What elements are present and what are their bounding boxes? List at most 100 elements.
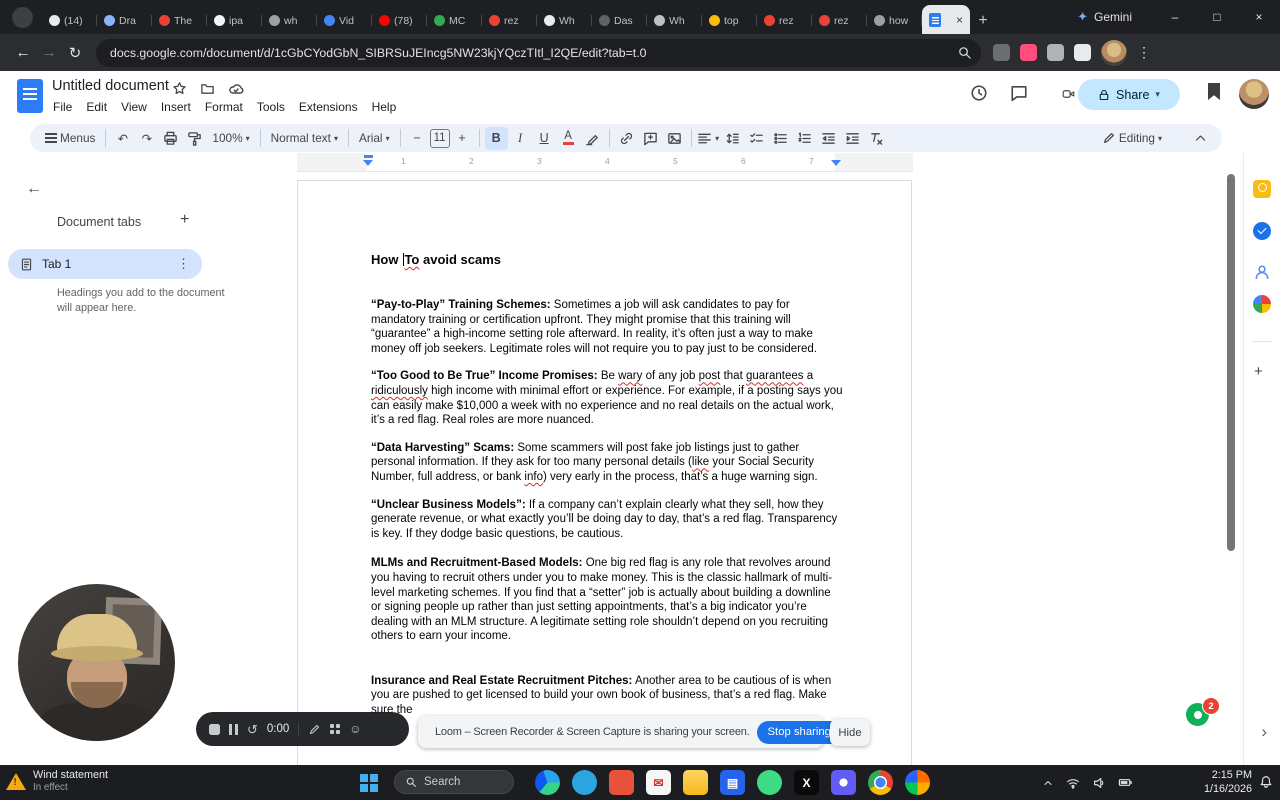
docs-logo-icon[interactable] [17,79,43,113]
hide-menus-chevron-icon[interactable] [1189,127,1212,150]
italic-button[interactable]: I [509,127,532,150]
vertical-scrollbar[interactable] [1227,174,1235,551]
menu-view[interactable]: View [114,98,154,116]
hidden-icons-chevron-icon[interactable] [1042,777,1054,789]
effects-grid-icon[interactable] [330,724,341,734]
browser-tab[interactable]: (78) [372,7,427,34]
tab-search-icon[interactable] [12,7,33,28]
document-body[interactable]: “Pay-to-Play” Training Schemes: Sometime… [371,298,843,731]
taskbar-app-loom-app[interactable] [831,770,856,795]
bold-button[interactable]: B [484,126,508,150]
version-history-icon[interactable] [970,84,990,104]
minimize-button[interactable]: – [1154,0,1196,34]
browser-tab[interactable]: Das [592,7,647,34]
decrease-font-size-button[interactable]: − [406,127,429,150]
browser-tab[interactable]: rez [482,7,537,34]
star-icon[interactable] [172,81,188,97]
taskbar-app-messaging-app[interactable] [572,770,597,795]
browser-tab[interactable]: rez [812,7,867,34]
browser-tab[interactable]: rez [757,7,812,34]
maximize-button[interactable]: □ [1196,0,1238,34]
reload-button[interactable]: ↻ [62,40,88,66]
menu-help[interactable]: Help [365,98,404,116]
forward-button[interactable]: → [36,40,62,66]
bulleted-list-button[interactable] [769,127,792,150]
print-button[interactable] [159,127,182,150]
search-icon[interactable] [957,45,972,60]
volume-icon[interactable] [1092,776,1106,790]
paragraph-style-select[interactable]: Normal text ▾ [266,127,343,150]
menu-format[interactable]: Format [198,98,250,116]
taskbar-app-green-app[interactable] [757,770,782,795]
weather-widget[interactable]: ! Wind statement In effect [6,769,108,794]
document-tab-item[interactable]: Tab 1 ⋮ [8,249,202,279]
taskbar-app-store-app[interactable]: ▤ [720,770,745,795]
doc-paragraph[interactable]: “Data Harvesting” Scams: Some scammers w… [371,441,843,485]
increase-indent-button[interactable] [841,127,864,150]
browser-tab[interactable]: how [867,7,922,34]
extension-icon-1[interactable] [993,44,1010,61]
font-size-field[interactable]: 11 [429,128,450,148]
tab-options-icon[interactable]: ⋮ [177,256,190,272]
keep-icon[interactable] [1253,180,1271,198]
close-button[interactable]: × [1238,0,1280,34]
browser-tab[interactable]: wh [262,7,317,34]
decrease-indent-button[interactable] [817,127,840,150]
new-tab-button[interactable]: + [970,7,996,34]
tasks-icon[interactable] [1253,222,1271,240]
doc-paragraph[interactable]: “Pay-to-Play” Training Schemes: Sometime… [371,298,843,356]
doc-paragraph[interactable]: “Unclear Business Models”: If a company … [371,498,843,542]
menus-button[interactable]: Menus [40,127,100,150]
doc-paragraph[interactable]: “Too Good to Be True” Income Promises: B… [371,369,843,427]
start-button[interactable] [360,774,378,792]
add-comment-button[interactable] [639,127,662,150]
bookmark-ribbon-icon[interactable] [1208,83,1220,100]
notifications-bell-icon[interactable] [1259,775,1273,789]
add-tab-button[interactable]: + [180,211,189,229]
hide-banner-button[interactable]: Hide [830,719,870,746]
extension-icon-2[interactable] [1020,44,1037,61]
browser-tab[interactable]: Dra [97,7,152,34]
taskbar-app-edge-browser[interactable] [535,770,560,795]
taskbar-search[interactable]: Search [394,770,514,794]
extension-icon-3[interactable] [1047,44,1064,61]
extension-icon-4[interactable] [1074,44,1091,61]
stop-record-icon[interactable] [209,723,220,735]
zoom-select[interactable]: 100% ▾ [207,127,254,150]
insert-image-button[interactable] [663,127,686,150]
move-folder-icon[interactable] [200,81,216,97]
numbered-list-button[interactable] [793,127,816,150]
editing-mode-select[interactable]: Editing ▾ [1097,127,1167,150]
get-addons-icon[interactable]: + [1254,363,1263,380]
menu-file[interactable]: File [46,98,79,116]
draw-tool-icon[interactable] [308,723,321,736]
first-line-indent-marker[interactable] [364,155,373,158]
browser-tab[interactable]: MC [427,7,482,34]
collapse-panel-chevron-icon[interactable]: › [1261,722,1267,742]
pause-record-icon[interactable] [229,723,238,735]
taskbar-clock[interactable]: 2:15 PM 1/16/2026 [1204,769,1252,796]
back-arrow-icon[interactable]: ← [26,180,42,198]
redo-button[interactable]: ↷ [135,127,158,150]
browser-tab[interactable]: Wh [647,7,702,34]
taskbar-app-x-app[interactable]: X [794,770,819,795]
menu-tools[interactable]: Tools [250,98,292,116]
align-button[interactable]: ▾ [697,127,720,150]
doc-paragraph[interactable]: MLMs and Recruitment-Based Models: One b… [371,556,843,644]
text-color-button[interactable]: A [557,127,580,150]
taskbar-app-chrome-browser[interactable] [868,770,893,795]
browser-tab[interactable]: The [152,7,207,34]
battery-icon[interactable] [1118,775,1133,790]
document-name[interactable]: Untitled document [52,78,169,94]
highlight-color-button[interactable] [581,127,604,150]
contacts-icon[interactable] [1253,263,1271,281]
taskbar-app-file-explorer[interactable] [683,770,708,795]
taskbar-app-photos-app[interactable] [905,770,930,795]
paint-format-button[interactable] [183,127,206,150]
increase-font-size-button[interactable]: + [451,127,474,150]
line-spacing-button[interactable] [721,127,744,150]
right-margin-marker[interactable] [831,160,841,171]
document-heading[interactable]: How To avoid scams [371,252,501,267]
font-select[interactable]: Arial ▾ [354,127,395,150]
browser-menu-icon[interactable]: ⋮ [1137,44,1151,61]
